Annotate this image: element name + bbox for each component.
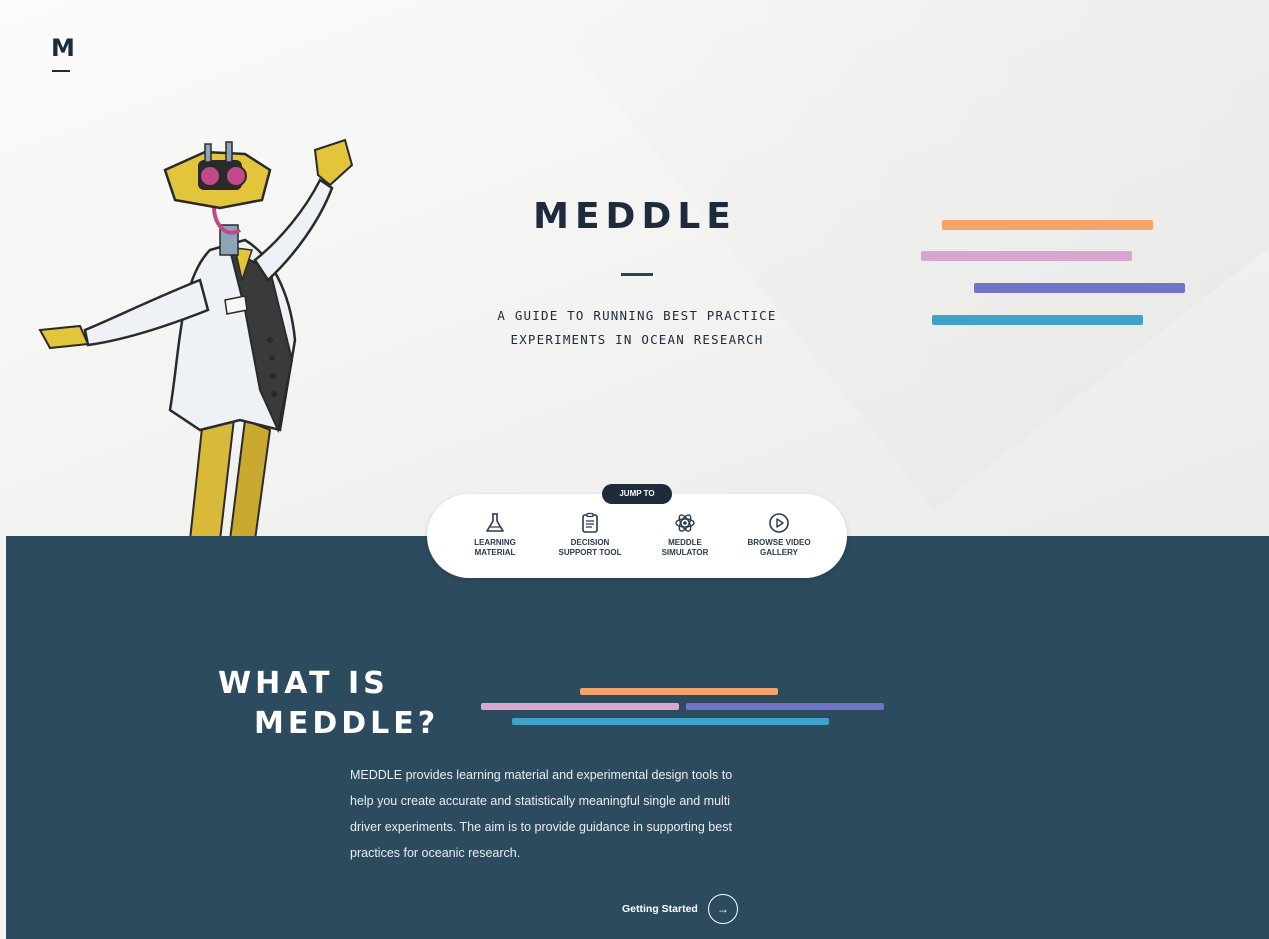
section-heading-line-2: MEDDLE? xyxy=(254,706,440,741)
jump-meddle-simulator[interactable]: MEDDLE SIMULATOR xyxy=(640,512,730,568)
jump-label: MEDDLE SIMULATOR xyxy=(661,538,709,557)
section-description: MEDDLE provides learning material and ex… xyxy=(350,768,733,860)
title-accent-bar xyxy=(621,273,653,276)
scientist-robot-illustration xyxy=(38,138,354,540)
play-circle-icon xyxy=(769,513,789,533)
logo-underline xyxy=(52,70,70,72)
jump-decision-support-tool[interactable]: DECISION SUPPORT TOOL xyxy=(545,512,635,568)
hero-stripe-pink xyxy=(921,251,1132,261)
section-stripe-purple xyxy=(686,703,884,710)
jump-label: LEARNING MATERIAL xyxy=(474,538,516,557)
hero-stripe-orange xyxy=(942,220,1153,230)
hero-stripe-teal xyxy=(932,315,1143,325)
section-heading: WHAT IS MEDDLE? xyxy=(218,664,448,744)
arrow-right-icon: → xyxy=(707,894,738,924)
getting-started-button[interactable]: Getting Started → xyxy=(622,894,738,924)
page-subtitle: A GUIDE TO RUNNING BEST PRACTICE EXPERIM… xyxy=(470,304,804,352)
getting-started-label: Getting Started xyxy=(622,903,698,915)
atom-icon xyxy=(675,514,695,532)
page-title: MEDDLE xyxy=(533,196,737,237)
subtitle-line-2: EXPERIMENTS IN OCEAN RESEARCH xyxy=(510,332,764,347)
clipboard-icon xyxy=(582,512,598,533)
jump-label: BROWSE VIDEO GALLERY xyxy=(747,538,811,557)
section-heading-line-1: WHAT IS xyxy=(218,666,389,701)
hero-stripe-purple xyxy=(974,283,1185,293)
flask-icon xyxy=(486,513,504,532)
subtitle-line-1: A GUIDE TO RUNNING BEST PRACTICE xyxy=(497,308,777,323)
site-logo[interactable]: M xyxy=(50,36,76,60)
jump-browse-video-gallery[interactable]: BROWSE VIDEO GALLERY xyxy=(734,512,824,568)
jump-label: DECISION SUPPORT TOOL xyxy=(558,538,622,557)
jump-to-badge: JUMP TO xyxy=(602,484,672,504)
what-is-meddle-section xyxy=(6,536,1269,939)
jump-learning-material[interactable]: LEARNING MATERIAL xyxy=(450,512,540,568)
section-stripe-teal xyxy=(512,718,829,725)
section-stripe-pink xyxy=(481,703,679,710)
section-stripe-orange xyxy=(580,688,778,695)
